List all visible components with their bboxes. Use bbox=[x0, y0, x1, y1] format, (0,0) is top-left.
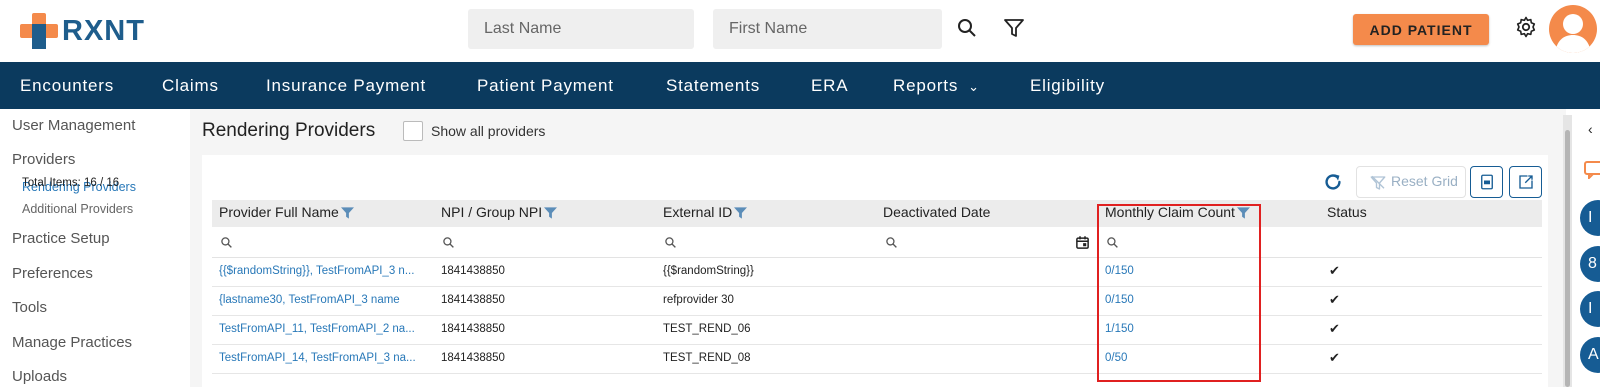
export-button[interactable] bbox=[1509, 166, 1542, 198]
sidebar-item-user-management[interactable]: User Management bbox=[12, 117, 135, 134]
export-pdf-button[interactable] bbox=[1470, 166, 1503, 198]
page-title: Rendering Providers bbox=[202, 120, 376, 141]
filter-search-icon[interactable] bbox=[664, 236, 677, 249]
column-header-deactivated-date[interactable]: Deactivated Date bbox=[883, 204, 990, 220]
pdf-file-icon bbox=[1481, 174, 1493, 190]
table-row[interactable]: {lastname30, TestFromAPI_3 name 18414388… bbox=[212, 287, 1542, 316]
provider-name-link[interactable]: {lastname30, TestFromAPI_3 name bbox=[219, 294, 429, 306]
nav-era[interactable]: ERA bbox=[811, 62, 848, 109]
nav-claims[interactable]: Claims bbox=[162, 62, 219, 109]
filter-search-icon[interactable] bbox=[220, 236, 233, 249]
logo-cross-icon bbox=[20, 13, 58, 49]
export-icon bbox=[1519, 175, 1533, 189]
main-nav: Encounters Claims Insurance Payment Pati… bbox=[0, 62, 1600, 109]
brand-name: RXNT bbox=[62, 14, 145, 47]
gear-icon[interactable] bbox=[1514, 15, 1538, 39]
last-name-input[interactable] bbox=[468, 9, 694, 49]
filter-search-icon[interactable] bbox=[885, 236, 898, 249]
external-id-cell: {{$randomString}} bbox=[663, 265, 754, 277]
status-check-icon: ✔ bbox=[1329, 263, 1340, 278]
table-row[interactable]: TestFromAPI_14, TestFromAPI_3 na... 1841… bbox=[212, 345, 1542, 374]
filter-clear-icon bbox=[1370, 175, 1386, 190]
reset-grid-label: Reset Grid bbox=[1391, 173, 1458, 189]
rxnt-logo[interactable]: RXNT bbox=[20, 12, 145, 50]
nav-patient-payment[interactable]: Patient Payment bbox=[477, 62, 614, 109]
column-header-external-id[interactable]: External ID bbox=[663, 204, 748, 220]
table-row[interactable]: {{$randomString}}, TestFromAPI_3 n... 18… bbox=[212, 258, 1542, 287]
sidebar-item-additional-providers[interactable]: Additional Providers bbox=[22, 202, 133, 216]
npi-cell: 1841438850 bbox=[441, 323, 505, 335]
nav-insurance-payment[interactable]: Insurance Payment bbox=[266, 62, 426, 109]
nav-reports-label: Reports bbox=[893, 76, 959, 95]
search-icon[interactable] bbox=[955, 16, 979, 40]
grid-header-row: Provider Full Name NPI / Group NPI Exter… bbox=[212, 200, 1542, 227]
sidebar: User Management Providers Rendering Prov… bbox=[0, 109, 190, 387]
column-header-status[interactable]: Status bbox=[1327, 204, 1367, 220]
sidebar-item-uploads[interactable]: Uploads bbox=[12, 368, 67, 385]
scrollbar-thumb[interactable] bbox=[1565, 130, 1570, 387]
sidebar-item-providers[interactable]: Providers bbox=[12, 151, 75, 168]
add-patient-button[interactable]: ADD PATIENT bbox=[1353, 14, 1489, 45]
filter-search-icon[interactable] bbox=[442, 236, 455, 249]
column-filter-icon[interactable] bbox=[340, 207, 354, 219]
reset-grid-button[interactable]: Reset Grid bbox=[1356, 166, 1466, 198]
grid-filter-row bbox=[212, 227, 1542, 258]
column-filter-icon[interactable] bbox=[544, 207, 558, 219]
status-check-icon: ✔ bbox=[1329, 350, 1340, 365]
provider-name-link[interactable]: {{$randomString}}, TestFromAPI_3 n... bbox=[219, 265, 429, 277]
first-name-input[interactable] bbox=[713, 9, 942, 49]
sidebar-item-practice-setup[interactable]: Practice Setup bbox=[12, 230, 110, 247]
column-highlight-box bbox=[1097, 204, 1261, 382]
show-all-providers-checkbox[interactable] bbox=[403, 121, 423, 141]
user-silhouette-icon bbox=[1555, 14, 1591, 53]
npi-cell: 1841438850 bbox=[441, 265, 505, 277]
column-filter-icon[interactable] bbox=[734, 207, 748, 219]
column-label: External ID bbox=[663, 204, 733, 220]
sidebar-item-manage-practices[interactable]: Manage Practices bbox=[12, 334, 132, 351]
column-header-provider-name[interactable]: Provider Full Name bbox=[219, 204, 354, 220]
status-check-icon: ✔ bbox=[1329, 292, 1340, 307]
calendar-icon[interactable] bbox=[1075, 235, 1090, 250]
table-row[interactable]: TestFromAPI_11, TestFromAPI_2 na... 1841… bbox=[212, 316, 1542, 345]
nav-reports[interactable]: Reports ⌄ bbox=[893, 62, 980, 109]
column-header-npi[interactable]: NPI / Group NPI bbox=[441, 204, 558, 220]
nav-encounters[interactable]: Encounters bbox=[20, 62, 114, 109]
external-id-cell: refprovider 30 bbox=[663, 294, 734, 306]
nav-statements[interactable]: Statements bbox=[666, 62, 760, 109]
top-bar: RXNT ADD PATIENT bbox=[0, 0, 1600, 62]
provider-name-link[interactable]: TestFromAPI_14, TestFromAPI_3 na... bbox=[219, 352, 429, 364]
column-label: Provider Full Name bbox=[219, 204, 339, 220]
nav-eligibility[interactable]: Eligibility bbox=[1030, 62, 1105, 109]
provider-name-link[interactable]: TestFromAPI_11, TestFromAPI_2 na... bbox=[219, 323, 429, 335]
column-label: NPI / Group NPI bbox=[441, 204, 543, 220]
npi-cell: 1841438850 bbox=[441, 294, 505, 306]
npi-cell: 1841438850 bbox=[441, 352, 505, 364]
sidebar-item-tools[interactable]: Tools bbox=[12, 299, 47, 316]
external-id-cell: TEST_REND_08 bbox=[663, 352, 751, 364]
collapse-arrow-icon[interactable]: ‹ bbox=[1588, 121, 1593, 137]
refresh-icon[interactable] bbox=[1322, 171, 1344, 193]
total-items: Total Items: 16 / 16 bbox=[22, 177, 120, 189]
external-id-cell: TEST_REND_06 bbox=[663, 323, 751, 335]
chevron-down-icon: ⌄ bbox=[968, 79, 980, 94]
sidebar-item-preferences[interactable]: Preferences bbox=[12, 265, 93, 282]
chat-icon[interactable] bbox=[1584, 161, 1600, 179]
show-all-providers-label[interactable]: Show all providers bbox=[431, 123, 545, 139]
user-avatar[interactable] bbox=[1549, 5, 1597, 53]
status-check-icon: ✔ bbox=[1329, 321, 1340, 336]
filter-icon[interactable] bbox=[1002, 16, 1026, 40]
